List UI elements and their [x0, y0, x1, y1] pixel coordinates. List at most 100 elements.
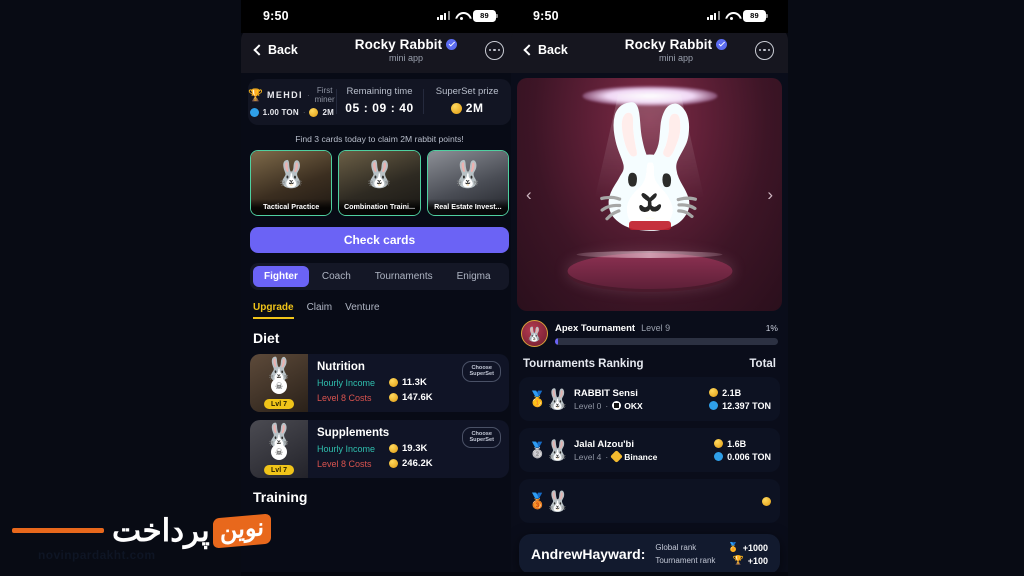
ranking-values: 2.1B 12.397 TON [709, 388, 771, 411]
item-level-badge: Lvl 7 [264, 465, 294, 475]
status-time: 9:50 [263, 8, 289, 23]
card-title: Real Estate Invest... [427, 199, 508, 215]
rabbit-card-icon: 🐰 [363, 159, 396, 189]
tournament-name: Apex Tournament [555, 322, 636, 334]
item-thumbnail: 🐰 ☠ Lvl 7 [250, 354, 308, 412]
verified-badge-icon [446, 39, 458, 50]
section-title-diet: Diet [253, 330, 280, 346]
superset-prize-value: 2M [465, 101, 484, 115]
bronze-medal-icon: 🥉 [528, 493, 547, 510]
ranking-ton-value: 12.397 TON [722, 400, 771, 411]
first-miner-cell: 🏆 MEHDI · First miner 1.00 TON · 2M [248, 86, 336, 117]
sub-tabs: Upgrade Claim Venture [241, 290, 518, 319]
choose-line-2: SuperSet [469, 437, 494, 444]
miner-values: 1.00 TON · 2M [248, 108, 336, 117]
more-options-icon[interactable] [755, 40, 774, 60]
ranking-exchange: OKX [624, 400, 643, 411]
back-button[interactable]: Back [253, 43, 327, 57]
gold-medal-icon: 🥇 [528, 391, 547, 408]
item-income-value: 19.3K [402, 443, 428, 454]
item-cost-value-wrap: 147.6K [389, 392, 433, 403]
item-thumbnail: 🐰 ☠ Lvl 7 [250, 420, 308, 478]
watermark-brand: پرداخت نوین [112, 512, 271, 549]
ranking-level: Level 4 [574, 451, 602, 462]
ranking-row[interactable]: 🥇 🐰 RABBIT Sensi Level 0 · OKX 2.1B 12.3… [519, 377, 780, 421]
check-cards-button[interactable]: Check cards [250, 227, 509, 253]
notification-toast[interactable]: AndrewHayward: Global rank 🏅 +1000 Tourn… [519, 534, 780, 574]
title-row: Rocky Rabbit [327, 37, 485, 52]
next-character-arrow[interactable]: › [767, 185, 773, 205]
ranking-row[interactable]: 🥉 🐰 [519, 479, 780, 523]
ranking-coin-value: 2.1B [722, 387, 742, 398]
header-title-wrap: Rocky Rabbit mini app [597, 37, 755, 63]
toast-global-rank-value-wrap: 🏅 +1000 [728, 542, 769, 553]
toast-tournament-rank-value: +100 [747, 555, 768, 566]
ranking-values: 1.6B 0.006 TON [714, 439, 771, 462]
item-cost-value: 246.2K [402, 458, 433, 469]
battery-level: 89 [480, 10, 489, 20]
podium [567, 251, 732, 289]
segment-tabs: Fighter Coach Tournaments Enigma [250, 263, 509, 290]
back-button[interactable]: Back [523, 43, 597, 57]
tab-enigma[interactable]: Enigma [446, 266, 502, 287]
daily-card[interactable]: 🐰 Real Estate Invest... [426, 150, 509, 216]
item-cost-label: Level 8 Costs [317, 458, 372, 469]
miner-role: First miner [314, 86, 335, 104]
header-title-wrap: Rocky Rabbit mini app [327, 37, 485, 63]
upgrade-item-nutrition[interactable]: 🐰 ☠ Lvl 7 Nutrition Hourly Income 11.3K … [250, 354, 509, 412]
tournament-percent: 1% [765, 323, 778, 333]
item-income-value: 11.3K [402, 377, 427, 388]
watermark-url: novinpardakht.com [38, 548, 156, 562]
back-label: Back [268, 43, 298, 57]
miner-top: 🏆 MEHDI · First miner [248, 86, 336, 104]
more-options-icon[interactable] [485, 40, 504, 60]
toast-tournament-rank: Tournament rank 🏆 +100 [655, 555, 768, 566]
page-subtitle: mini app [658, 53, 694, 63]
remaining-time-value: 05 : 09 : 40 [345, 101, 414, 115]
subtab-venture[interactable]: Venture [345, 302, 379, 319]
gold-coin-icon [450, 102, 462, 114]
upgrade-item-supplements[interactable]: 🐰 ☠ Lvl 7 Supplements Hourly Income 19.3… [250, 420, 509, 478]
watermark-brand-left: پرداخت [112, 513, 211, 548]
item-badge-icon: ☠ [271, 444, 287, 460]
progress-column: Apex Tournament Level 9 1% [555, 323, 778, 345]
tab-fighter[interactable]: Fighter [253, 266, 309, 287]
rabbit-avatar-icon: 🐰 [545, 388, 570, 411]
title-row: Rocky Rabbit [597, 37, 755, 52]
prev-character-arrow[interactable]: ‹ [526, 185, 532, 205]
daily-card[interactable]: 🐰 Tactical Practice [250, 150, 333, 216]
status-bar-left: 9:50 89 [241, 0, 518, 33]
daily-cards: 🐰 Tactical Practice 🐰 Combination Traini… [241, 150, 518, 216]
wifi-icon [455, 11, 468, 21]
item-level-badge: Lvl 7 [264, 399, 294, 409]
gold-coin-icon [389, 459, 398, 468]
page-subtitle: mini app [388, 53, 424, 63]
right-screen-body: 🐰 ‹ › 🐰 Apex Tournament Level 9 1% Tourn… [511, 73, 788, 576]
subtab-claim[interactable]: Claim [307, 302, 333, 319]
status-indicators: 89 [436, 9, 498, 22]
phone-right: 9:50 89 Back Rocky Rabbit mini app 🐰 ‹ ›… [511, 0, 788, 576]
choose-superset-button[interactable]: Choose SuperSet [462, 361, 501, 382]
ranking-separator: · [605, 400, 609, 411]
red-sash [628, 221, 671, 230]
ranking-header: Tournaments Ranking Total [511, 347, 788, 370]
tab-tournaments[interactable]: Tournaments [364, 266, 444, 287]
tab-coach[interactable]: Coach [311, 266, 362, 287]
item-income-value-wrap: 19.3K [389, 443, 427, 454]
ton-coin-icon [709, 401, 719, 410]
ranking-coin-row: 2.1B [709, 388, 771, 398]
binance-icon [610, 450, 624, 463]
ranking-row[interactable]: 🥈 🐰 Jalal Alzou'bi Level 4 · Binance 1.6… [519, 428, 780, 472]
item-body: Supplements Hourly Income 19.3K Level 8 … [308, 420, 509, 478]
status-bar-right: 9:50 89 [511, 0, 788, 33]
toast-tournament-rank-label: Tournament rank [655, 556, 716, 565]
item-cost-row: Level 8 Costs 246.2K [317, 458, 500, 469]
ton-coin-icon [714, 452, 724, 461]
rabbit-card-icon: 🐰 [451, 159, 484, 189]
item-income-label: Hourly Income [317, 443, 376, 454]
subtab-upgrade[interactable]: Upgrade [253, 302, 294, 319]
watermark-brand-right: نوین [212, 512, 271, 549]
daily-card[interactable]: 🐰 Combination Traini... [338, 150, 421, 216]
choose-superset-button[interactable]: Choose SuperSet [462, 427, 501, 448]
superset-prize-cell: SuperSet prize 2M [423, 86, 511, 117]
